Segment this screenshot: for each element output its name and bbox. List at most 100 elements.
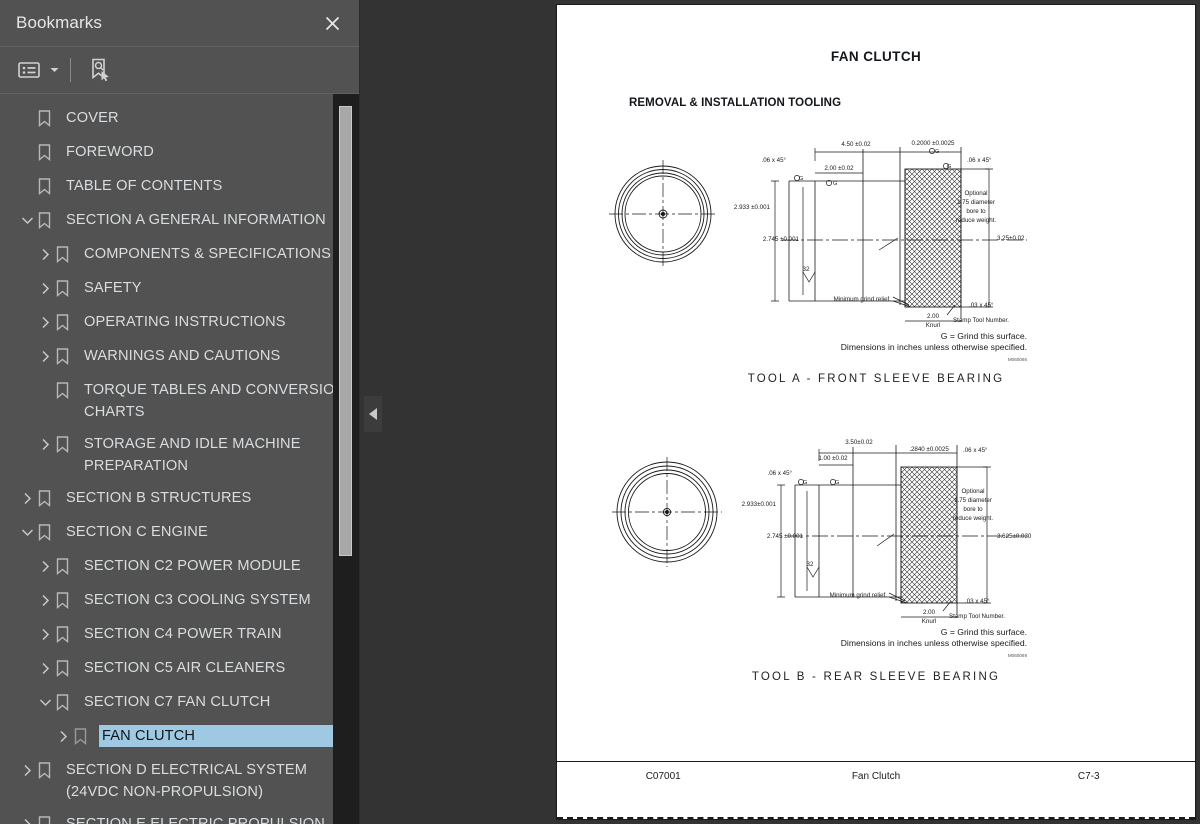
panel-title: Bookmarks [16,13,102,32]
dim-major-dia: 2.933 ±0.001 [734,204,771,211]
chevron-right-icon[interactable] [34,555,56,577]
chevron-down-icon[interactable] [16,209,38,231]
dim-knurl-dia: 3.25±0.02 [997,235,1025,242]
chevron-right-icon[interactable] [34,243,56,265]
note-grind-surface: G = Grind this surface. [941,627,1027,637]
bookmark-label-wrap: SECTION B STRUCTURES [66,487,359,509]
dim-knurl-chamfer: .03 x 45° [965,598,990,605]
dim-minor-dia: 2.745 ±0.001 [767,533,804,540]
bookmark-item[interactable]: FOREWORD [0,136,359,170]
bookmark-item[interactable]: TORQUE TABLES AND CONVERSION CHARTS [0,374,359,428]
grind-mark: G [947,164,951,170]
bookmark-label-wrap: FOREWORD [66,141,359,163]
bookmark-label: OPERATING INSTRUCTIONS [84,314,286,330]
bookmark-label: SECTION D ELECTRICAL SYSTEM (24VDC NON-P… [66,762,308,800]
bookmark-item[interactable]: FAN CLUTCH [0,720,359,754]
bookmark-label: SECTION C5 AIR CLEANERS [84,660,286,676]
grind-mark: G [935,149,939,155]
grind-mark: G [799,176,803,182]
bookmark-icon [38,813,60,824]
footer-center: Fan Clutch [851,771,901,782]
bookmark-tree[interactable]: COVER FOREWORD TABLE OF CONTENTS SECTION A … [0,94,359,824]
bookmark-label-wrap: SECTION C ENGINE [66,521,359,543]
note-units: Dimensions in inches unless otherwise sp… [841,638,1027,648]
note-grind-surface: G = Grind this surface. [941,331,1027,341]
dim-knurl-chamfer: .03 x 45° [969,302,994,309]
bookmark-item[interactable]: SECTION E ELECTRIC PROPULSION [0,808,359,824]
label-knurl: Knurl [922,618,936,625]
bookmark-label: TORQUE TABLES AND CONVERSION CHARTS [84,382,346,420]
bookmark-icon [38,521,60,543]
dim-major-dia: 2.933±0.001 [742,501,777,508]
chevron-right-icon[interactable] [52,725,74,747]
bookmark-item[interactable]: SECTION C3 COOLING SYSTEM [0,584,359,618]
bookmark-item[interactable]: OPERATING INSTRUCTIONS [0,306,359,340]
bookmark-item[interactable]: SECTION C2 POWER MODULE [0,550,359,584]
close-icon[interactable] [319,10,345,36]
dim-overall-length: 3.50±0.02 [845,439,873,446]
bookmark-label: SAFETY [84,280,142,296]
bookmark-label-wrap: FAN CLUTCH [98,724,341,748]
bookmark-item[interactable]: TABLE OF CONTENTS [0,170,359,204]
bookmark-item[interactable]: STORAGE AND IDLE MACHINE PREPARATION [0,428,359,482]
chevron-right-icon[interactable] [34,277,56,299]
bookmarks-scrollbar[interactable] [333,94,359,824]
footer-right: C7-3 [1077,771,1100,782]
dim-pilot-length: .2840 ±0.0025 [909,446,949,453]
toolbar-separator [70,58,71,82]
bookmark-item[interactable]: SECTION C ENGINE [0,516,359,550]
bookmark-item[interactable]: SECTION B STRUCTURES [0,482,359,516]
bookmark-icon [38,487,60,509]
bookmark-icon [56,277,78,299]
chevron-right-icon[interactable] [16,487,38,509]
chevron-right-icon[interactable] [34,345,56,367]
bookmark-label: COMPONENTS & SPECIFICATIONS [84,246,332,262]
bookmark-label: SECTION C3 COOLING SYSTEM [84,592,311,608]
chevron-right-icon[interactable] [16,759,38,781]
bookmark-icon [56,311,78,333]
bookmark-icon [38,141,60,163]
bookmark-item[interactable]: COMPONENTS & SPECIFICATIONS [0,238,359,272]
list-options-icon[interactable] [12,54,46,86]
bookmark-icon [74,725,96,747]
chevron-right-icon[interactable] [34,311,56,333]
bookmark-item[interactable]: SECTION A GENERAL INFORMATION [0,204,359,238]
dim-shoulder-length: 2.00 ±0.02 [824,165,854,172]
chevron-right-icon[interactable] [34,589,56,611]
collapse-arrow [369,408,377,420]
bookmarks-panel: Bookmarks COVER FOREWORD TABLE OF CONTEN… [0,0,360,824]
bookmarks-scrollbar-thumb[interactable] [339,106,352,556]
chevron-right-icon[interactable] [34,657,56,679]
bookmark-label: COVER [66,110,119,126]
chevron-right-icon[interactable] [16,813,38,824]
dim-knurl-length: 2.00 [927,313,940,320]
chevron-down-icon[interactable] [34,691,56,713]
collapse-left-icon[interactable] [364,396,382,432]
note-stamp-tool: Stamp Tool Number. [953,317,1009,324]
technical-drawing-tool-a: 4.50 ±0.02 2.00 ±0.02 0.2000 ±0.0025 .06… [609,140,1028,362]
bookmark-item[interactable]: SAFETY [0,272,359,306]
figure-caption-tool-a: TOOL A - FRONT SLEEVE BEARING [747,373,1005,385]
bookmark-icon [56,433,78,455]
bookmark-icon [56,379,78,401]
bookmark-item[interactable]: WARNINGS AND CAUTIONS [0,340,359,374]
bookmark-label-wrap: SECTION D ELECTRICAL SYSTEM (24VDC NON-P… [66,759,359,803]
dim-surface-finish: 32 [803,266,810,273]
bookmark-item[interactable]: SECTION D ELECTRICAL SYSTEM (24VDC NON-P… [0,754,359,808]
chevron-right-icon[interactable] [34,623,56,645]
bookmark-label-wrap: COVER [66,107,359,129]
chevron-down-icon[interactable] [16,521,38,543]
bookmark-item[interactable]: SECTION C7 FAN CLUTCH [0,686,359,720]
bookmark-item[interactable]: SECTION C4 POWER TRAIN [0,618,359,652]
chevron-down-icon[interactable] [46,54,62,86]
drawing-number: M060066 [1008,357,1028,362]
bookmark-item[interactable]: SECTION C5 AIR CLEANERS [0,652,359,686]
page-footer: C07001 Fan Clutch C7-3 [557,771,1195,782]
document-viewport[interactable]: FAN CLUTCH REMOVAL & INSTALLATION TOOLIN… [556,0,1200,824]
chevron-right-icon[interactable] [34,433,56,455]
bookmark-label-wrap: SECTION A GENERAL INFORMATION [66,209,359,231]
bookmark-item[interactable]: COVER [0,102,359,136]
dim-pilot-length: 0.2000 ±0.0025 [912,140,956,147]
note-optional-3: bore to [963,506,983,513]
new-bookmark-icon[interactable] [83,54,117,86]
